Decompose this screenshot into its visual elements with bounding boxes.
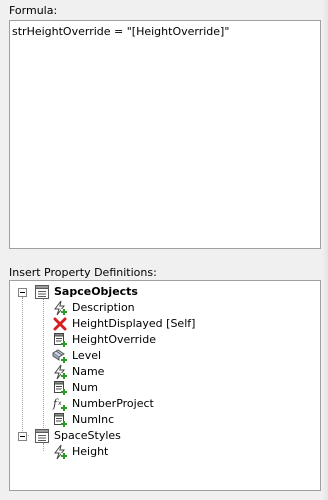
property-definitions-tree[interactable]: SapceObjects Description HeightDisplayed… bbox=[9, 280, 321, 491]
property-definitions-label: Insert Property Definitions: bbox=[9, 266, 157, 279]
property-set-icon bbox=[35, 429, 49, 443]
manual-property-icon bbox=[54, 413, 67, 427]
tree-item-label: Height bbox=[72, 445, 109, 458]
collapse-toggle[interactable] bbox=[18, 432, 27, 441]
automatic-property-icon bbox=[54, 444, 67, 460]
tree-item-name[interactable]: Name bbox=[10, 364, 320, 380]
window-edge bbox=[322, 0, 328, 500]
tree-item-label: HeightDisplayed [Self] bbox=[72, 317, 196, 330]
tree-item-label: Level bbox=[72, 349, 102, 362]
tree-item-label: Num bbox=[72, 381, 98, 394]
tree-item-heightdisplayed[interactable]: HeightDisplayed [Self] bbox=[10, 316, 320, 332]
tree-item-numberproject[interactable]: f x NumberProject bbox=[10, 396, 320, 412]
tree-item-label: Name bbox=[72, 365, 105, 378]
tree-item-height[interactable]: Height bbox=[10, 444, 320, 460]
level-property-icon bbox=[52, 349, 67, 363]
tree-item-label: NumberProject bbox=[72, 397, 154, 410]
automatic-property-icon bbox=[54, 364, 67, 380]
formula-text[interactable]: strHeightOverride = "[HeightOverride]" bbox=[12, 25, 229, 38]
tree-item-num[interactable]: Num bbox=[10, 380, 320, 396]
formula-property-icon: f x bbox=[52, 397, 67, 411]
property-set-icon bbox=[35, 285, 49, 299]
formula-editor[interactable]: strHeightOverride = "[HeightOverride]" bbox=[9, 20, 321, 249]
tree-item-heightoverride[interactable]: HeightOverride bbox=[10, 332, 320, 348]
tree-item-label: NumInc bbox=[72, 413, 115, 426]
formula-label: Formula: bbox=[9, 4, 58, 17]
tree-item-level[interactable]: Level bbox=[10, 348, 320, 364]
collapse-toggle[interactable] bbox=[18, 288, 27, 297]
manual-property-icon bbox=[54, 333, 67, 347]
tree-node-label: SpaceStyles bbox=[54, 429, 121, 442]
tree-item-label: HeightOverride bbox=[72, 333, 156, 346]
automatic-property-icon bbox=[54, 300, 67, 316]
tree-node-spacestyles[interactable]: SpaceStyles bbox=[10, 428, 320, 444]
tree-node-sapceobjects[interactable]: SapceObjects bbox=[10, 284, 320, 300]
manual-property-icon bbox=[54, 381, 67, 395]
tree-item-numinc[interactable]: NumInc bbox=[10, 412, 320, 428]
tree-node-label: SapceObjects bbox=[54, 285, 138, 298]
error-x-icon bbox=[53, 317, 67, 331]
tree-item-label: Description bbox=[72, 301, 135, 314]
tree-item-description[interactable]: Description bbox=[10, 300, 320, 316]
